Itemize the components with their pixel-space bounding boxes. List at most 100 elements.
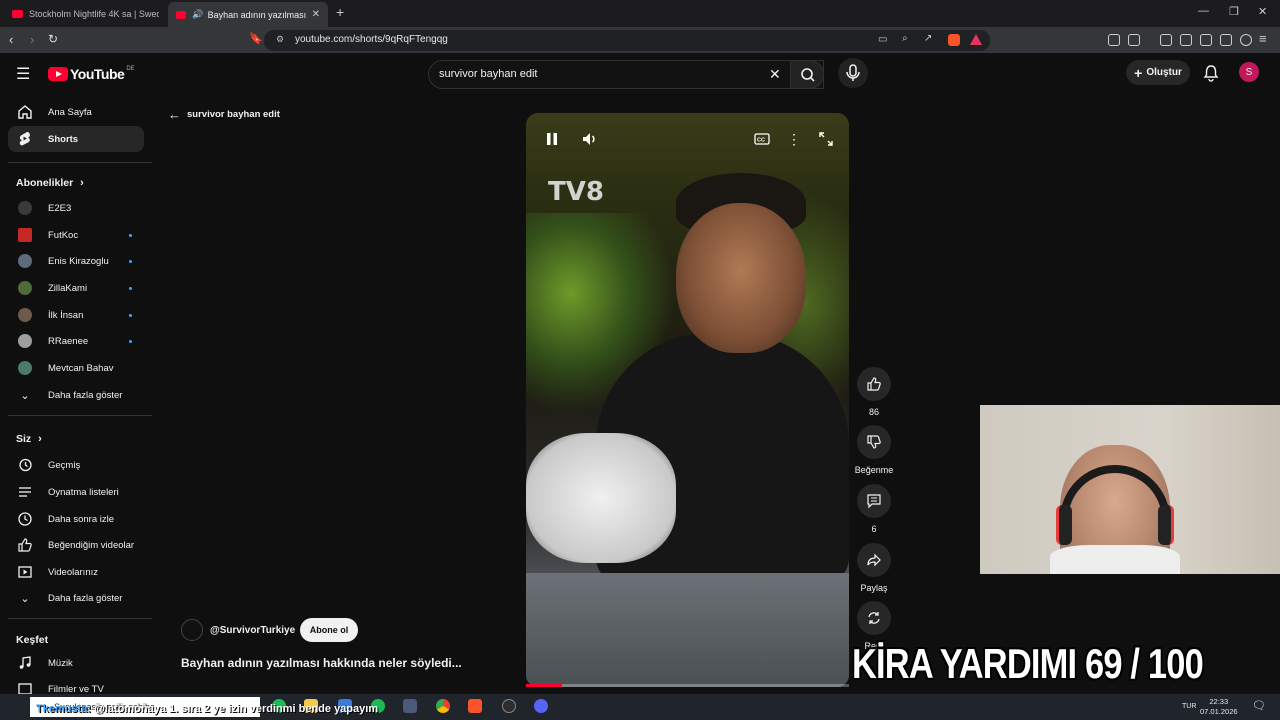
- sidebar-item-your-videos[interactable]: Videolarınız: [8, 559, 144, 585]
- thumbs-down-icon: [857, 425, 891, 459]
- microphone-icon: [846, 64, 860, 81]
- sidebar-icon[interactable]: [1180, 34, 1192, 46]
- sidebar-item-channel[interactable]: FutKoc: [8, 222, 144, 248]
- forward-icon[interactable]: ›: [30, 32, 34, 47]
- sidebar-item-channel[interactable]: İlk İnsan: [8, 302, 144, 328]
- divider: [8, 162, 152, 163]
- subscriptions-heading[interactable]: Abonelikler ›: [16, 177, 84, 189]
- sidebar-item-channel[interactable]: ZillaKami: [8, 275, 144, 301]
- sidebar-item-watch-later[interactable]: Daha sonra izle: [8, 506, 144, 532]
- sidebar-item-channel[interactable]: RRaenee: [8, 328, 144, 354]
- share-button[interactable]: Paylaş: [853, 543, 895, 593]
- show-more-you[interactable]: ⌄ Daha fazla göster: [8, 585, 144, 611]
- sidebar-item-history[interactable]: Geçmiş: [8, 452, 144, 478]
- dislike-button[interactable]: Beğenme: [853, 425, 895, 475]
- watch-later-icon: [16, 511, 34, 527]
- show-more-subscriptions[interactable]: ⌄ Daha fazla göster: [8, 382, 144, 408]
- sidebar-item-channel[interactable]: Mevtcan Bahav: [8, 355, 144, 381]
- video-progress-bar[interactable]: [526, 684, 849, 687]
- extension-icon[interactable]: [1108, 34, 1120, 46]
- sidebar-item-label: Oynatma listeleri: [48, 486, 119, 498]
- streamer-shirt: [1050, 545, 1180, 574]
- avatar[interactable]: S: [1239, 62, 1259, 82]
- shorts-icon: [16, 131, 34, 147]
- search-box[interactable]: ✕: [428, 60, 824, 89]
- video-ground: [526, 573, 849, 687]
- wallet-icon[interactable]: [1200, 34, 1212, 46]
- video-title[interactable]: Bayhan adının yazılması hakkında neler s…: [181, 656, 462, 670]
- captions-button[interactable]: CC: [753, 130, 771, 148]
- you-heading[interactable]: Siz ›: [16, 433, 42, 445]
- discord-icon[interactable]: [534, 699, 548, 713]
- comments-button[interactable]: 6: [853, 484, 895, 534]
- brave-icon[interactable]: [468, 699, 482, 713]
- back-icon[interactable]: ‹: [9, 32, 13, 47]
- cast-icon[interactable]: ▭: [878, 34, 887, 45]
- extension-icon[interactable]: [1128, 34, 1140, 46]
- channel-avatar: [18, 308, 32, 322]
- new-tab-button[interactable]: +: [336, 4, 344, 20]
- history-icon: [16, 457, 34, 473]
- playlist-icon: [16, 484, 34, 500]
- clear-search-icon[interactable]: ✕: [769, 66, 781, 83]
- tab-title: Bayhan adının yazılması hakk: [207, 9, 306, 20]
- brave-rewards-icon[interactable]: [970, 34, 982, 45]
- chrome-icon[interactable]: [436, 699, 450, 713]
- close-window-button[interactable]: ✕: [1258, 5, 1267, 18]
- channel-name: Enis Kirazoglu: [48, 255, 109, 267]
- sidebar-item-channel[interactable]: E2E3: [8, 195, 144, 221]
- like-button[interactable]: 86: [853, 367, 895, 417]
- media-icon[interactable]: [1160, 34, 1172, 46]
- voice-search-button[interactable]: [838, 58, 868, 88]
- browser-tab-active[interactable]: 🔊 Bayhan adının yazılması hakk ✕: [168, 2, 328, 27]
- bookmark-icon[interactable]: 🔖: [249, 32, 263, 45]
- sidebar-item-playlists[interactable]: Oynatma listeleri: [8, 479, 144, 505]
- create-label: Oluştur: [1146, 67, 1182, 78]
- create-button[interactable]: + Oluştur: [1126, 60, 1190, 85]
- leo-ai-icon[interactable]: [1220, 34, 1232, 46]
- maximize-button[interactable]: ❐: [1229, 5, 1239, 18]
- ticker-user: Tkemusta:: [36, 703, 92, 715]
- sidebar-item-shorts[interactable]: Shorts: [8, 126, 144, 152]
- notification-center-icon[interactable]: 🗨: [1252, 699, 1266, 712]
- volume-button[interactable]: [581, 130, 599, 148]
- sidebar-item-liked-videos[interactable]: Beğendiğim videolar: [8, 532, 144, 558]
- sidebar-item-music[interactable]: Müzik: [8, 650, 144, 676]
- more-options-button[interactable]: ⋮: [785, 130, 803, 148]
- url-text: youtube.com/shorts/9qRqFTengqg: [295, 34, 448, 45]
- zoom-icon[interactable]: ⌕: [902, 33, 908, 44]
- pause-button[interactable]: [543, 130, 561, 148]
- shorts-back-link[interactable]: ← survivor bayhan edit: [168, 107, 280, 122]
- address-bar[interactable]: ⚙ youtube.com/shorts/9qRqFTengqg ▭ ⌕ ↗: [264, 30, 990, 51]
- clock-date: 07.01.2026: [1200, 707, 1238, 716]
- site-info-icon[interactable]: ⚙: [276, 34, 284, 45]
- svg-text:CC: CC: [757, 138, 765, 144]
- share-icon[interactable]: ↗: [924, 33, 932, 44]
- vpn-icon[interactable]: [1240, 34, 1252, 46]
- reload-icon[interactable]: ↻: [48, 32, 58, 46]
- search-input[interactable]: [439, 68, 759, 80]
- chevron-down-icon: ⌄: [20, 389, 30, 402]
- brave-shield-icon[interactable]: [948, 34, 960, 46]
- logo-region: DE: [126, 66, 135, 72]
- minimize-button[interactable]: —: [1198, 5, 1209, 17]
- channel-avatar[interactable]: [181, 619, 203, 641]
- menu-icon[interactable]: ≡: [1259, 31, 1267, 46]
- video-foreground-cloth: [526, 433, 676, 563]
- sidebar-item-home[interactable]: Ana Sayfa: [8, 99, 144, 125]
- hamburger-menu-icon[interactable]: ☰: [16, 64, 30, 84]
- browser-tab[interactable]: Stockholm Nightlife 4K sa | Swedish C: [4, 3, 168, 25]
- sidebar-item-channel[interactable]: Enis Kirazoglu: [8, 248, 144, 274]
- notifications-button[interactable]: [1203, 64, 1219, 87]
- chevron-right-icon: ›: [80, 177, 84, 189]
- search-icon: [801, 68, 815, 82]
- channel-name[interactable]: @SurvivorTurkiye: [210, 625, 295, 636]
- search-button[interactable]: [790, 60, 824, 89]
- fullscreen-button[interactable]: [817, 130, 835, 148]
- youtube-logo[interactable]: YouTube DE: [48, 66, 135, 82]
- close-tab-icon[interactable]: ✕: [312, 9, 320, 20]
- language-indicator[interactable]: TUR: [1182, 703, 1196, 710]
- obs-icon[interactable]: [502, 699, 516, 713]
- system-clock[interactable]: 22:33 07.01.2026: [1200, 697, 1238, 717]
- subscribe-button[interactable]: Abone ol: [300, 618, 358, 642]
